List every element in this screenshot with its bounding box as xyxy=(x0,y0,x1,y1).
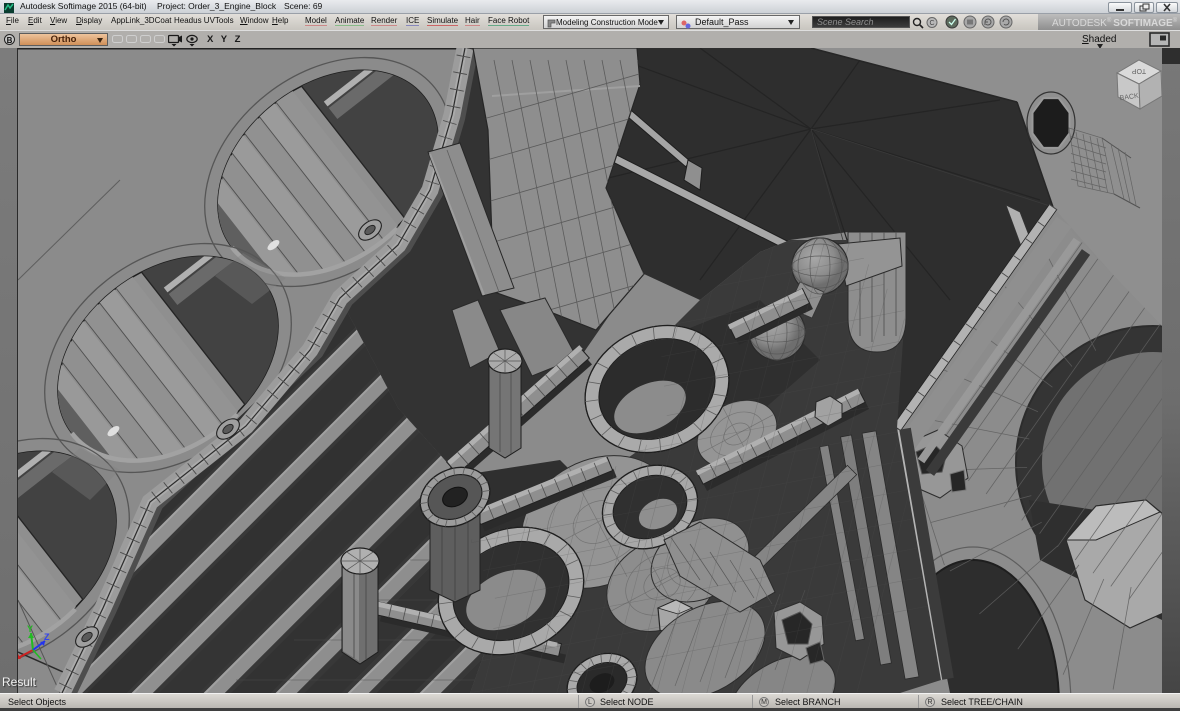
svg-text:TOP: TOP xyxy=(1132,67,1147,74)
svg-text:C: C xyxy=(929,20,934,27)
svg-text:Y: Y xyxy=(27,624,33,634)
svg-text:Z: Z xyxy=(44,632,50,642)
